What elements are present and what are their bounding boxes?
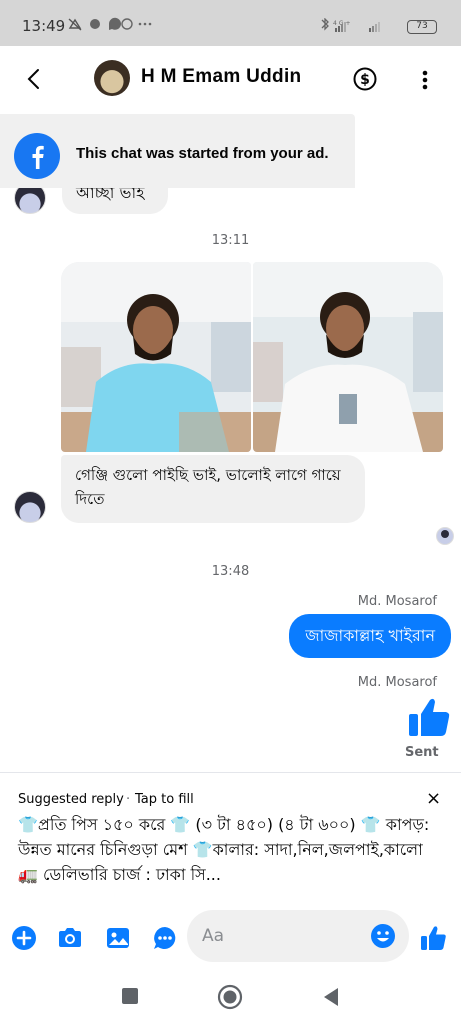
payment-dollar-icon[interactable]: $ — [352, 66, 378, 92]
signal-icon: 4G+ — [321, 17, 380, 32]
contact-avatar-small — [14, 491, 46, 523]
thumbs-up-sent-icon[interactable] — [406, 694, 452, 740]
tap-to-fill-hint: Tap to fill — [135, 792, 194, 807]
photo-attachment-white-shirt[interactable] — [253, 262, 443, 452]
timestamp: 13:48 — [211, 564, 250, 579]
contact-avatar[interactable] — [94, 60, 130, 96]
contact-name[interactable]: H M Emam Uddin — [141, 66, 301, 88]
message-bubble-incoming[interactable]: গেঞ্জি গুলো পাইছি ভাই, ভালোই লাগে গায়ে … — [61, 455, 365, 523]
home-icon[interactable] — [217, 984, 243, 1010]
signal-icons: 4G+ — [319, 17, 397, 37]
back-nav-icon[interactable] — [321, 986, 341, 1008]
suggested-reply-text[interactable]: 👕প্রতি পিস ১৫০ করে 👕 (৩ টা ৪৫০) (৪ টা ৬০… — [18, 812, 438, 887]
more-options-icon[interactable] — [418, 66, 432, 94]
notification-icons-svg — [68, 17, 152, 31]
add-plus-icon[interactable] — [10, 924, 38, 952]
gallery-image-icon[interactable] — [104, 924, 132, 952]
close-suggestion-icon[interactable]: × — [426, 788, 441, 809]
notification-icons — [68, 17, 154, 35]
message-input-placeholder: Aa — [202, 926, 225, 946]
battery-indicator: 73 — [407, 20, 437, 34]
back-arrow-icon[interactable] — [22, 65, 46, 93]
facebook-f-icon — [14, 133, 60, 179]
camera-icon[interactable] — [56, 924, 84, 952]
seen-receipt-avatar — [436, 527, 454, 545]
timestamp: 13:11 — [211, 233, 250, 248]
message-bubble-outgoing[interactable]: জাজাকাল্লাহ খাইরান — [289, 614, 451, 658]
status-time: 13:49 — [22, 17, 66, 35]
photo-blue-shirt-image — [61, 262, 251, 452]
thumbs-up-send-icon[interactable] — [419, 924, 447, 952]
photo-attachment-blue-shirt[interactable] — [61, 262, 251, 452]
photo-white-shirt-image — [253, 262, 443, 452]
emoji-icon[interactable] — [370, 923, 396, 949]
messenger-chat-screen: { "status_bar": { "time": "13:49", "batt… — [0, 0, 461, 1024]
svg-text:$: $ — [360, 72, 370, 88]
sent-status: Sent — [405, 745, 439, 760]
sender-label: Md. Mosarof — [357, 594, 437, 609]
sender-label: Md. Mosarof — [357, 675, 437, 690]
ad-banner-text: This chat was started from your ad. — [76, 145, 329, 162]
recent-apps-icon[interactable] — [121, 987, 139, 1005]
suggested-reply-title: Suggested reply — [18, 792, 124, 807]
separator-dot: · — [126, 792, 131, 807]
chat-bubble-icon[interactable] — [151, 924, 179, 952]
